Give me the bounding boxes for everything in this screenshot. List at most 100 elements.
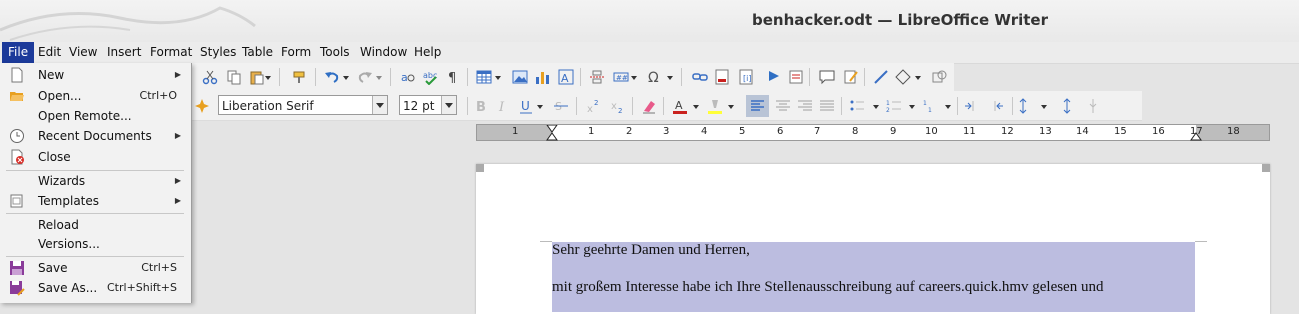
unordered-list-icon[interactable] bbox=[849, 98, 865, 114]
highlight-color-dropdown-icon[interactable] bbox=[726, 98, 736, 114]
save-icon bbox=[10, 261, 24, 275]
strikethrough-icon[interactable]: S bbox=[553, 98, 569, 114]
outline-format-icon[interactable]: 11 bbox=[923, 98, 939, 114]
insert-line-icon[interactable] bbox=[873, 69, 889, 85]
align-left-icon[interactable] bbox=[746, 95, 769, 117]
spelling-icon[interactable]: abc bbox=[423, 69, 439, 85]
document-paragraph-1[interactable]: Sehr geehrte Damen und Herren, bbox=[552, 242, 750, 259]
file-menu-templates[interactable]: Templates ▶ bbox=[0, 191, 190, 211]
horizontal-ruler[interactable]: 1 1 2 3 4 5 6 7 8 9 10 11 12 13 14 15 16… bbox=[476, 124, 1270, 141]
menu-view[interactable]: View bbox=[63, 42, 103, 63]
menu-edit[interactable]: Edit bbox=[32, 42, 67, 63]
formatting-marks-icon[interactable]: ¶ bbox=[445, 69, 461, 85]
font-name-combobox[interactable]: Liberation Serif bbox=[218, 95, 388, 115]
font-size-combobox[interactable]: 12 pt bbox=[399, 95, 457, 115]
svg-text:a: a bbox=[401, 71, 408, 84]
draw-functions-icon[interactable] bbox=[931, 69, 947, 85]
file-menu-save-as[interactable]: Save As... Ctrl+Shift+S bbox=[0, 278, 190, 298]
font-color-dropdown-icon[interactable] bbox=[691, 98, 701, 114]
italic-icon[interactable]: I bbox=[495, 98, 511, 114]
special-character-icon[interactable]: Ω bbox=[647, 69, 663, 85]
bold-icon[interactable]: B bbox=[473, 98, 489, 114]
file-menu-open[interactable]: Open... Ctrl+O bbox=[0, 86, 190, 106]
menu-table[interactable]: Table bbox=[236, 42, 279, 63]
paste-dropdown-icon[interactable] bbox=[263, 69, 273, 85]
left-indent-marker-icon[interactable] bbox=[546, 125, 558, 141]
underline-icon[interactable]: U bbox=[518, 98, 534, 114]
page-break-icon[interactable] bbox=[589, 69, 605, 85]
file-menu-close[interactable]: Close bbox=[0, 147, 190, 167]
insert-hyperlink-icon[interactable] bbox=[692, 69, 708, 85]
basic-shapes-icon[interactable] bbox=[895, 69, 911, 85]
increase-paragraph-spacing-icon[interactable] bbox=[1059, 98, 1075, 114]
clear-formatting-icon[interactable] bbox=[641, 98, 657, 114]
cut-icon[interactable] bbox=[202, 69, 218, 85]
basic-shapes-dropdown-icon[interactable] bbox=[913, 69, 923, 85]
line-spacing-dropdown-icon[interactable] bbox=[1039, 98, 1049, 114]
clone-formatting-icon[interactable] bbox=[291, 69, 307, 85]
file-menu-new[interactable]: New ▶ bbox=[0, 65, 190, 85]
insert-endnote-icon[interactable]: [i] bbox=[738, 69, 754, 85]
ordered-list-icon[interactable]: 12 bbox=[886, 98, 902, 114]
outline-format-dropdown-icon[interactable] bbox=[943, 98, 953, 114]
ruler-label: 13 bbox=[1039, 126, 1052, 137]
superscript-icon[interactable]: x2 bbox=[585, 98, 601, 114]
justify-icon[interactable] bbox=[819, 98, 835, 114]
file-menu-versions[interactable]: Versions... bbox=[0, 234, 190, 254]
redo-dropdown-icon[interactable] bbox=[374, 69, 384, 85]
ruler-label: 15 bbox=[1114, 126, 1127, 137]
insert-textbox-icon[interactable]: A bbox=[558, 69, 574, 85]
find-replace-icon[interactable]: a bbox=[400, 69, 416, 85]
line-spacing-icon[interactable] bbox=[1019, 98, 1035, 114]
file-menu-reload[interactable]: Reload bbox=[0, 215, 190, 235]
document-paragraph-2[interactable]: mit großem Interesse habe ich Ihre Stell… bbox=[552, 279, 1103, 296]
menu-file[interactable]: File bbox=[2, 42, 35, 63]
undo-dropdown-icon[interactable] bbox=[341, 69, 351, 85]
decrease-indent-icon[interactable] bbox=[988, 98, 1004, 114]
copy-icon[interactable] bbox=[226, 69, 242, 85]
insert-field-icon[interactable]: ## bbox=[613, 69, 629, 85]
right-indent-marker-icon[interactable] bbox=[1190, 125, 1202, 141]
svg-text:Ω: Ω bbox=[648, 70, 659, 85]
file-menu-save[interactable]: Save Ctrl+S bbox=[0, 258, 190, 278]
font-size-dropdown-icon[interactable] bbox=[441, 96, 456, 114]
file-menu-wizards[interactable]: Wizards ▶ bbox=[0, 171, 190, 191]
insert-field-dropdown-icon[interactable] bbox=[629, 69, 639, 85]
menu-form[interactable]: Form bbox=[275, 42, 317, 63]
special-character-dropdown-icon[interactable] bbox=[665, 69, 675, 85]
insert-table-icon[interactable] bbox=[476, 69, 492, 85]
menu-window[interactable]: Window bbox=[354, 42, 413, 63]
redo-icon[interactable] bbox=[357, 69, 373, 85]
track-changes-icon[interactable] bbox=[843, 69, 859, 85]
update-style-icon[interactable] bbox=[194, 98, 210, 114]
insert-comment-icon[interactable] bbox=[819, 69, 835, 85]
toolbar-separator bbox=[576, 97, 577, 115]
insert-image-icon[interactable] bbox=[512, 69, 528, 85]
file-menu-open-remote[interactable]: Open Remote... bbox=[0, 106, 190, 126]
insert-bookmark-icon[interactable] bbox=[766, 69, 782, 85]
unordered-list-dropdown-icon[interactable] bbox=[871, 98, 881, 114]
text-boundary-mark bbox=[540, 241, 552, 242]
align-center-icon[interactable] bbox=[775, 98, 791, 114]
menu-insert[interactable]: Insert bbox=[101, 42, 147, 63]
menu-tools[interactable]: Tools bbox=[314, 42, 356, 63]
menu-help[interactable]: Help bbox=[408, 42, 447, 63]
insert-table-dropdown-icon[interactable] bbox=[493, 69, 503, 85]
underline-dropdown-icon[interactable] bbox=[535, 98, 545, 114]
increase-indent-icon[interactable] bbox=[964, 98, 980, 114]
align-right-icon[interactable] bbox=[797, 98, 813, 114]
subscript-icon[interactable]: x2 bbox=[609, 98, 625, 114]
undo-icon[interactable] bbox=[324, 69, 340, 85]
font-color-icon[interactable]: A bbox=[672, 98, 688, 114]
insert-footnote-icon[interactable] bbox=[714, 69, 730, 85]
menu-format[interactable]: Format bbox=[144, 42, 198, 63]
decrease-paragraph-spacing-icon[interactable] bbox=[1085, 98, 1101, 114]
save-as-icon bbox=[10, 281, 25, 296]
file-menu-recent-documents[interactable]: Recent Documents ▶ bbox=[0, 126, 190, 146]
title-bar: benhacker.odt — LibreOffice Writer bbox=[0, 0, 1299, 43]
highlight-color-icon[interactable] bbox=[707, 98, 723, 114]
insert-cross-reference-icon[interactable] bbox=[788, 69, 804, 85]
ordered-list-dropdown-icon[interactable] bbox=[907, 98, 917, 114]
insert-chart-icon[interactable] bbox=[534, 69, 550, 85]
font-name-dropdown-icon[interactable] bbox=[372, 96, 387, 114]
